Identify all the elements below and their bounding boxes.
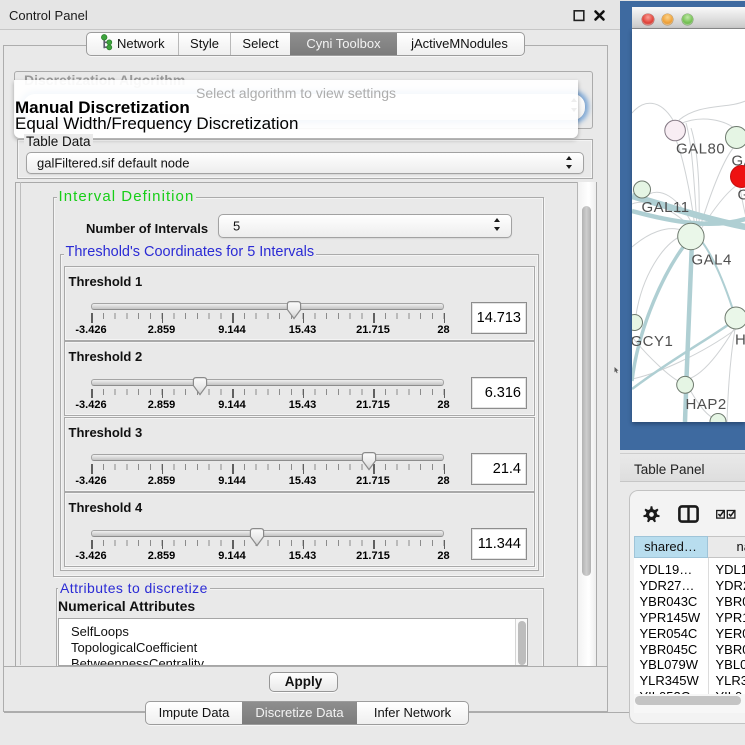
svg-text:GCY1: GCY1	[632, 333, 673, 350]
svg-text:GAL80: GAL80	[676, 140, 725, 157]
svg-text:GAL11: GAL11	[641, 199, 689, 216]
svg-text:H: H	[735, 331, 745, 348]
svg-text:G: G	[737, 186, 745, 203]
svg-text:HAP2: HAP2	[685, 396, 726, 413]
svg-text:GAL4: GAL4	[691, 251, 731, 268]
svg-text:GA: GA	[731, 152, 745, 169]
